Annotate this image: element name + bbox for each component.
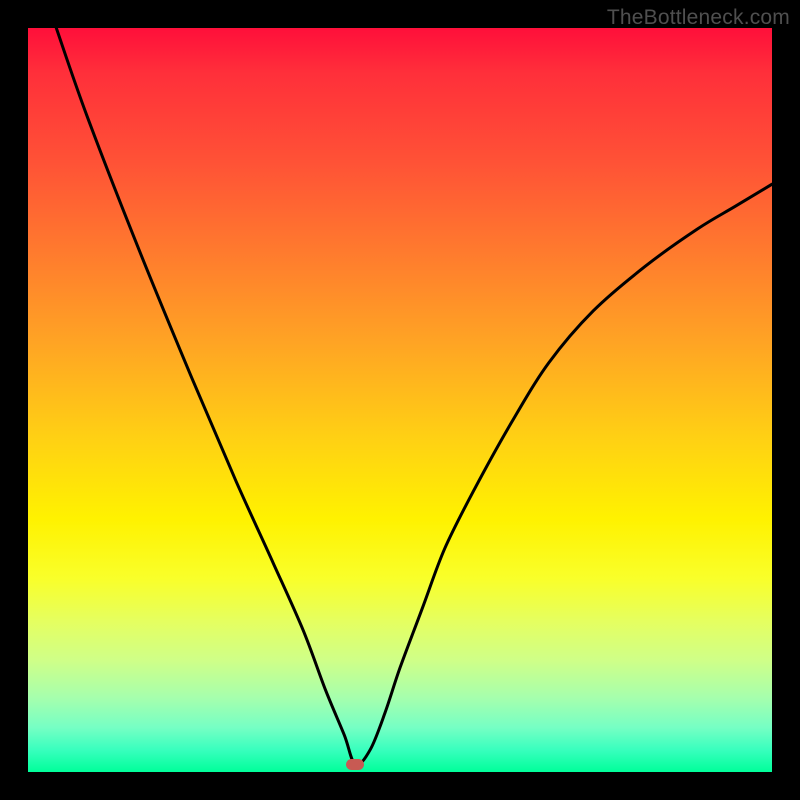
min-marker	[346, 759, 364, 770]
watermark-text: TheBottleneck.com	[607, 6, 790, 30]
chart-frame: TheBottleneck.com	[0, 0, 800, 800]
bottleneck-curve-path	[56, 28, 772, 765]
curve-svg	[28, 28, 772, 772]
plot-area	[28, 28, 772, 772]
